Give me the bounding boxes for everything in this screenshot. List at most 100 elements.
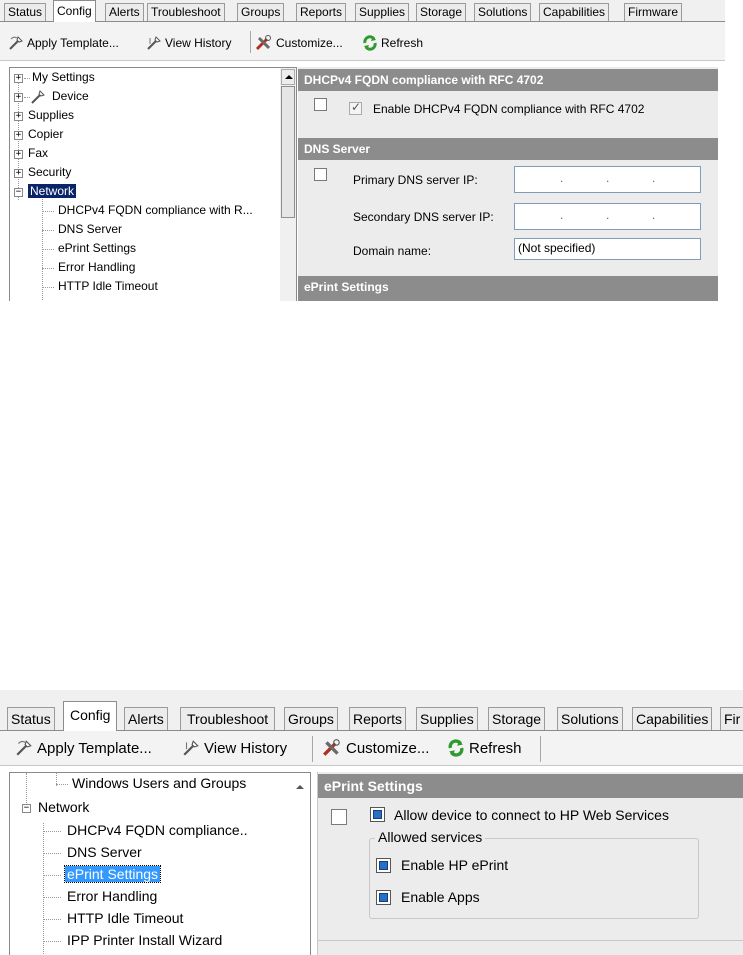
tab-config[interactable]: Config: [63, 701, 118, 731]
tree-item-label: Copier: [28, 127, 64, 141]
tab-alerts[interactable]: Alerts: [105, 3, 144, 21]
expand-icon[interactable]: +: [14, 169, 23, 178]
collapse-icon[interactable]: −: [22, 804, 31, 813]
refresh-button[interactable]: Refresh: [447, 739, 522, 757]
tab-storage[interactable]: Storage: [488, 707, 546, 730]
enable-apps-label: Enable Apps: [401, 889, 480, 905]
settings-tree: + My Settings + Device + Supplies + Copi…: [9, 67, 297, 301]
apply-template-button[interactable]: Apply Template...: [15, 739, 152, 757]
tab-status[interactable]: Status: [4, 3, 47, 21]
view-history-label: View History: [204, 739, 288, 757]
apply-eprint-checkbox[interactable]: [331, 809, 347, 825]
collapse-icon[interactable]: −: [14, 188, 23, 197]
view-history-label: View History: [165, 36, 232, 50]
tree-item-label: Security: [28, 165, 72, 179]
scroll-up-button[interactable]: [281, 69, 295, 85]
tree-connector: [43, 919, 61, 920]
tab-storage[interactable]: Storage: [416, 3, 467, 21]
ip-dot: .: [606, 171, 610, 185]
config-window-bottom: Status Config Alerts Troubleshoot Groups…: [0, 690, 743, 955]
tab-firmware[interactable]: Firmware: [624, 3, 682, 21]
expand-icon[interactable]: +: [14, 150, 23, 159]
settings-tree: Windows Users and Groups − Network DHCPv…: [9, 772, 311, 955]
tree-connector: [42, 249, 54, 250]
apply-template-label: Apply Template...: [27, 36, 119, 50]
tree-item-label: DNS Server: [58, 222, 123, 236]
apply-template-button[interactable]: Apply Template...: [8, 35, 119, 51]
view-history-button[interactable]: View History: [182, 739, 287, 757]
tree-item-label: ePrint Settings: [58, 241, 137, 255]
section-header-eprint: ePrint Settings: [318, 774, 743, 798]
tree-connector: [42, 268, 54, 269]
primary-dns-input[interactable]: . . .: [514, 166, 701, 193]
apply-dhcpv4-checkbox[interactable]: [314, 98, 327, 111]
view-history-button[interactable]: View History: [146, 35, 231, 51]
tab-groups[interactable]: Groups: [237, 3, 285, 21]
template-wand-icon: [8, 35, 24, 51]
ip-dot: .: [560, 171, 564, 185]
tab-alerts[interactable]: Alerts: [124, 707, 168, 730]
tree-item-label: Windows Users and Groups: [72, 775, 247, 791]
ip-dot: .: [606, 208, 610, 222]
settings-content: DHCPv4 FQDN compliance with RFC 4702 Ena…: [298, 67, 718, 301]
apply-dns-checkbox[interactable]: [314, 168, 327, 181]
tab-solutions[interactable]: Solutions: [557, 707, 623, 730]
tree-connector: [43, 831, 61, 832]
tab-troubleshoot[interactable]: Troubleshoot: [147, 3, 225, 21]
enable-hp-eprint-label: Enable HP ePrint: [401, 857, 509, 873]
tab-capabilities[interactable]: Capabilities: [632, 707, 713, 730]
tab-troubleshoot[interactable]: Troubleshoot: [180, 707, 276, 730]
tree-scrollbar[interactable]: [280, 68, 296, 301]
ip-dot: .: [560, 208, 564, 222]
tree-item-label: IPP Printer Install Wizard: [67, 932, 223, 948]
tab-bar: Status Config Alerts Troubleshoot Groups…: [0, 0, 725, 22]
scroll-up-button[interactable]: [294, 779, 306, 795]
section-divider: [318, 940, 743, 941]
scroll-thumb[interactable]: [281, 86, 295, 218]
secondary-dns-input[interactable]: . . .: [514, 203, 701, 230]
expand-icon[interactable]: +: [14, 131, 23, 140]
tree-scrollbar[interactable]: [290, 773, 310, 955]
tab-reports[interactable]: Reports: [296, 3, 347, 21]
primary-dns-label: Primary DNS server IP:: [353, 173, 478, 187]
expand-icon[interactable]: +: [14, 93, 23, 102]
tab-supplies[interactable]: Supplies: [416, 707, 478, 730]
domain-name-label: Domain name:: [353, 244, 432, 258]
tree-connector: [42, 211, 54, 212]
section-header-dhcpv4: DHCPv4 FQDN compliance with RFC 4702: [298, 69, 718, 91]
customize-button[interactable]: Customize...: [322, 739, 429, 757]
history-wand-icon: [146, 35, 162, 51]
refresh-label: Refresh: [381, 36, 424, 50]
expand-icon[interactable]: +: [14, 74, 23, 83]
toolbar-separator: [540, 736, 541, 762]
tree-item-label: My Settings: [32, 70, 95, 84]
history-wand-icon: [182, 739, 200, 757]
enable-hp-eprint-checkbox[interactable]: [376, 858, 391, 873]
tab-solutions[interactable]: Solutions: [474, 3, 532, 21]
expand-icon[interactable]: +: [14, 112, 23, 121]
tree-connector: [42, 287, 54, 288]
allow-web-services-checkbox[interactable]: [370, 807, 385, 822]
toolbar-separator: [312, 736, 313, 762]
tree-connector: [42, 230, 54, 231]
tree-connector: [24, 78, 30, 79]
tab-firmware[interactable]: Fir: [720, 707, 743, 730]
ip-dot: .: [652, 171, 656, 185]
tree-item-label: Error Handling: [58, 260, 136, 274]
tab-config[interactable]: Config: [53, 0, 96, 22]
tools-icon: [322, 739, 342, 757]
domain-name-input[interactable]: (Not specified): [514, 238, 701, 260]
tab-status[interactable]: Status: [7, 707, 55, 730]
tab-capabilities[interactable]: Capabilities: [539, 3, 610, 21]
customize-button[interactable]: Customize...: [255, 35, 343, 51]
enable-apps-checkbox[interactable]: [376, 890, 391, 905]
customize-label: Customize...: [346, 739, 430, 757]
refresh-button[interactable]: Refresh: [362, 35, 423, 51]
tree-connector: [43, 897, 61, 898]
allowed-services-group: [369, 838, 699, 919]
enable-dhcpv4-checkbox[interactable]: [349, 100, 362, 115]
device-wand-icon: [30, 89, 46, 105]
tab-reports[interactable]: Reports: [349, 707, 407, 730]
tab-supplies[interactable]: Supplies: [355, 3, 410, 21]
tab-groups[interactable]: Groups: [284, 707, 338, 730]
